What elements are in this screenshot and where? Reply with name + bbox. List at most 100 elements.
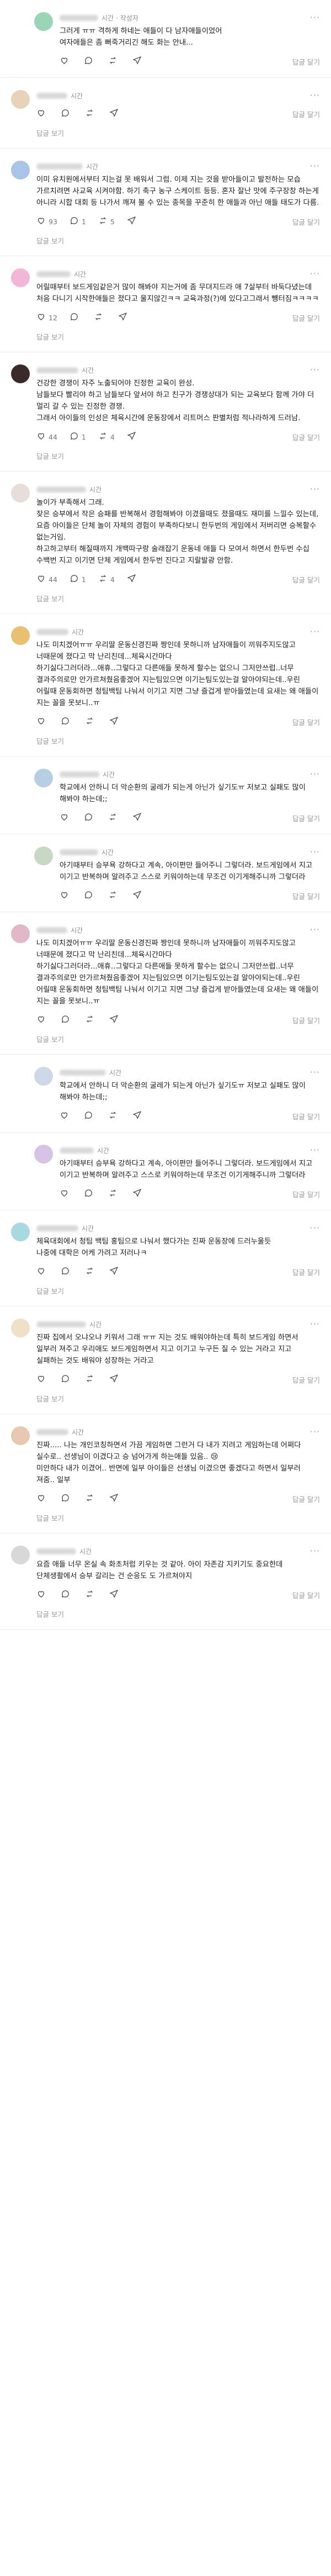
like-button[interactable]: 12 xyxy=(36,312,57,323)
view-replies-link[interactable]: 답글 보기 xyxy=(36,1512,64,1523)
comment-button[interactable] xyxy=(84,56,96,67)
more-icon[interactable]: ··· xyxy=(310,1068,320,1077)
avatar[interactable] xyxy=(11,484,30,502)
like-button[interactable]: 44 xyxy=(36,574,57,585)
avatar[interactable] xyxy=(11,1223,30,1241)
repost-button[interactable] xyxy=(108,1188,120,1199)
more-icon[interactable]: ··· xyxy=(310,366,320,374)
view-replies-link[interactable]: 답글 보기 xyxy=(36,593,64,604)
avatar[interactable] xyxy=(34,1067,53,1086)
view-replies-link[interactable]: 답글 보기 xyxy=(36,1286,64,1296)
repost-button[interactable] xyxy=(108,56,120,67)
more-icon[interactable]: ··· xyxy=(310,1427,320,1436)
reply-link[interactable]: 답글 달기 xyxy=(292,313,320,323)
reply-link[interactable]: 답글 달기 xyxy=(292,574,320,585)
comment-button[interactable] xyxy=(61,1374,73,1385)
like-button[interactable] xyxy=(36,1493,49,1504)
reply-link[interactable]: 답글 달기 xyxy=(292,216,320,227)
blurred-username[interactable] xyxy=(36,367,78,373)
reply-link[interactable]: 답글 달기 xyxy=(292,1374,320,1385)
like-button[interactable] xyxy=(36,108,49,119)
blurred-username[interactable] xyxy=(60,14,98,21)
comment-button[interactable] xyxy=(61,716,73,727)
more-icon[interactable]: ··· xyxy=(310,13,320,22)
repost-button[interactable] xyxy=(108,812,120,823)
share-button[interactable] xyxy=(132,812,145,823)
view-replies-link[interactable]: 답글 보기 xyxy=(36,128,64,138)
more-icon[interactable]: ··· xyxy=(310,1224,320,1233)
avatar[interactable] xyxy=(11,626,30,645)
reply-link[interactable]: 답글 달기 xyxy=(292,717,320,727)
repost-button[interactable]: 4 xyxy=(98,431,115,442)
repost-button[interactable] xyxy=(85,108,97,119)
blurred-username[interactable] xyxy=(36,628,68,635)
more-icon[interactable]: ··· xyxy=(310,269,320,278)
reply-link[interactable]: 답글 달기 xyxy=(292,891,320,901)
share-button[interactable] xyxy=(132,56,145,67)
avatar[interactable] xyxy=(11,924,30,943)
blurred-username[interactable] xyxy=(60,849,98,855)
view-replies-link[interactable]: 답글 보기 xyxy=(36,235,64,246)
more-icon[interactable]: ··· xyxy=(310,1547,320,1556)
avatar[interactable] xyxy=(11,364,30,383)
more-icon[interactable]: ··· xyxy=(310,925,320,934)
share-button[interactable] xyxy=(118,312,130,323)
repost-button[interactable]: 4 xyxy=(98,574,115,585)
like-button[interactable] xyxy=(60,1110,72,1122)
like-button[interactable]: 44 xyxy=(36,431,57,442)
blurred-username[interactable] xyxy=(36,1225,78,1231)
more-icon[interactable]: ··· xyxy=(310,162,320,171)
blurred-username[interactable] xyxy=(36,1548,76,1554)
avatar[interactable] xyxy=(11,90,30,109)
repost-button[interactable] xyxy=(108,1110,120,1122)
comment-button[interactable]: 1 xyxy=(70,431,86,442)
comment-button[interactable] xyxy=(61,1589,73,1600)
more-icon[interactable]: ··· xyxy=(310,770,320,779)
comment-button[interactable] xyxy=(84,1110,96,1122)
more-icon[interactable]: ··· xyxy=(310,848,320,856)
comment-button[interactable] xyxy=(61,108,73,119)
more-icon[interactable]: ··· xyxy=(310,1146,320,1155)
share-button[interactable] xyxy=(127,216,139,227)
avatar[interactable] xyxy=(11,1426,30,1445)
more-icon[interactable]: ··· xyxy=(310,1320,320,1329)
comment-button[interactable] xyxy=(70,312,82,323)
view-replies-link[interactable]: 답글 보기 xyxy=(36,331,64,342)
comment-button[interactable]: 1 xyxy=(70,574,86,585)
more-icon[interactable]: ··· xyxy=(310,485,320,494)
more-icon[interactable]: ··· xyxy=(310,627,320,636)
share-button[interactable] xyxy=(109,1493,121,1504)
share-button[interactable] xyxy=(132,1188,145,1199)
blurred-username[interactable] xyxy=(36,92,67,99)
avatar[interactable] xyxy=(11,1319,30,1337)
reply-link[interactable]: 답글 달기 xyxy=(292,1111,320,1122)
repost-button[interactable] xyxy=(85,716,97,727)
like-button[interactable] xyxy=(36,1014,49,1025)
share-button[interactable] xyxy=(109,108,121,119)
blurred-username[interactable] xyxy=(60,1069,106,1076)
avatar[interactable] xyxy=(11,268,30,287)
avatar[interactable] xyxy=(34,769,53,787)
view-replies-link[interactable]: 답글 보기 xyxy=(36,1034,64,1044)
view-replies-link[interactable]: 답글 보기 xyxy=(36,451,64,461)
avatar[interactable] xyxy=(34,12,53,31)
share-button[interactable] xyxy=(109,716,121,727)
share-button[interactable] xyxy=(109,1266,121,1277)
reply-link[interactable]: 답글 달기 xyxy=(292,1015,320,1025)
like-button[interactable] xyxy=(36,1589,49,1600)
share-button[interactable] xyxy=(132,1110,145,1122)
comment-button[interactable] xyxy=(61,1266,73,1277)
reply-link[interactable]: 답글 달기 xyxy=(292,109,320,119)
comment-button[interactable] xyxy=(84,1188,96,1199)
reply-link[interactable]: 답글 달기 xyxy=(292,432,320,442)
like-button[interactable]: 93 xyxy=(36,216,57,227)
comment-button[interactable]: 1 xyxy=(70,216,86,227)
avatar[interactable] xyxy=(34,847,53,865)
reply-link[interactable]: 답글 달기 xyxy=(292,1267,320,1277)
share-button[interactable] xyxy=(109,1014,121,1025)
like-button[interactable] xyxy=(36,716,49,727)
blurred-username[interactable] xyxy=(36,1321,86,1327)
share-button[interactable] xyxy=(132,890,145,901)
comment-button[interactable] xyxy=(61,1493,73,1504)
reply-link[interactable]: 답글 달기 xyxy=(292,813,320,823)
